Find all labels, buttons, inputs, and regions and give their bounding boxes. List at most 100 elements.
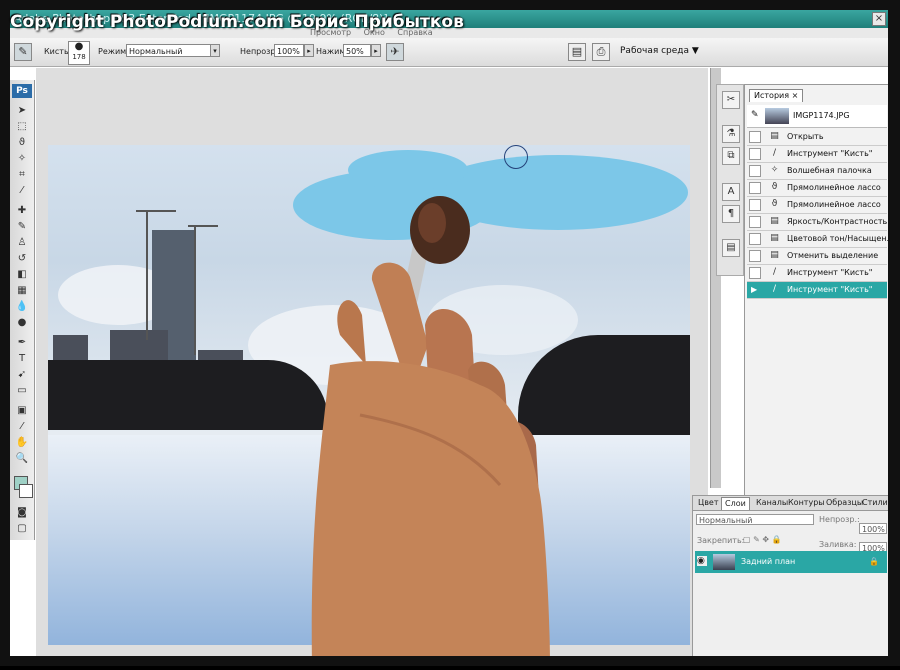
shape-tool-icon[interactable]: ▭ bbox=[15, 384, 29, 398]
path-select-icon[interactable]: ➹ bbox=[15, 368, 29, 382]
document-icon: ▤ bbox=[770, 233, 779, 243]
flow-arrow-icon[interactable]: ▸ bbox=[371, 44, 381, 57]
copyright-watermark: Copyright PhotoPodium.com Борис Прибытко… bbox=[10, 12, 464, 32]
crane-arm bbox=[188, 225, 218, 227]
lock-icons[interactable]: ▢ ✎ ✥ 🔒 bbox=[743, 535, 782, 544]
panel-icon-column: ✂ ⚗ ⧉ A ¶ ▤ bbox=[716, 84, 744, 276]
pen-tool-icon[interactable]: ✒ bbox=[15, 336, 29, 350]
layer-comps-icon[interactable]: ▤ bbox=[722, 239, 740, 257]
layer-opacity-label: Непрозр.: bbox=[819, 515, 860, 524]
history-state-label: Яркость/Контрастность bbox=[787, 217, 888, 226]
crop-tool-icon[interactable]: ⌗ bbox=[15, 168, 29, 182]
history-state-label: Цветовой тон/Насыщен... bbox=[787, 234, 895, 243]
history-brush-checkbox[interactable] bbox=[749, 233, 761, 245]
workspace-menu[interactable]: Рабочая среда ▼ bbox=[620, 46, 699, 56]
history-brush-checkbox[interactable] bbox=[749, 250, 761, 262]
history-state[interactable]: ▤ Яркость/Контрастность bbox=[747, 214, 887, 231]
character-icon[interactable]: A bbox=[722, 183, 740, 201]
history-brush-checkbox[interactable] bbox=[749, 165, 761, 177]
background-color-swatch[interactable] bbox=[19, 484, 33, 498]
tab-paths[interactable]: Контуры bbox=[785, 497, 828, 509]
move-tool-icon[interactable]: ➤ bbox=[15, 104, 29, 118]
layer-opacity-field[interactable]: 100% bbox=[859, 523, 887, 534]
screen-bezel-right bbox=[888, 0, 900, 666]
history-state[interactable]: ▤ Цветовой тон/Насыщен... bbox=[747, 231, 894, 248]
history-state[interactable]: ▤ Отменить выделение bbox=[747, 248, 887, 265]
flow-field[interactable]: 50% bbox=[343, 44, 371, 57]
lasso-tool-icon[interactable]: ϑ bbox=[15, 136, 29, 150]
mode-select[interactable]: Нормальный bbox=[126, 44, 212, 57]
history-brush-icon[interactable]: ↺ bbox=[15, 252, 29, 266]
eyedropper-2-icon[interactable]: ⁄ bbox=[15, 420, 29, 434]
history-state[interactable]: ϑ Прямолинейное лассо bbox=[747, 197, 887, 214]
layer-row-background[interactable]: ◉ Задний план 🔒 bbox=[695, 551, 887, 573]
history-brush-checkbox[interactable] bbox=[749, 131, 761, 143]
history-brush-checkbox[interactable] bbox=[749, 267, 761, 279]
brush-source-icon: ✎ bbox=[751, 110, 759, 120]
history-state[interactable]: / Инструмент "Кисть" bbox=[747, 146, 887, 163]
history-brush-checkbox[interactable] bbox=[749, 148, 761, 160]
healing-brush-icon[interactable]: ✚ bbox=[15, 204, 29, 218]
marquee-tool-icon[interactable]: ⬚ bbox=[15, 120, 29, 134]
magic-wand-icon[interactable]: ✧ bbox=[15, 152, 29, 166]
tab-history[interactable]: История × bbox=[749, 89, 804, 102]
tab-color[interactable]: Цвет bbox=[695, 497, 722, 509]
document-icon[interactable]: ▤ bbox=[568, 43, 586, 61]
history-tab-label: История bbox=[754, 91, 790, 100]
history-brush-checkbox[interactable] bbox=[749, 216, 761, 228]
crane-arm bbox=[136, 210, 176, 212]
opacity-arrow-icon[interactable]: ▸ bbox=[304, 44, 314, 57]
history-state[interactable]: ϑ Прямолинейное лассо bbox=[747, 180, 887, 197]
notes-icon[interactable]: ▣ bbox=[15, 404, 29, 418]
navigator-icon[interactable]: ✂ bbox=[722, 91, 740, 109]
quick-mask-icon[interactable]: ◙ bbox=[15, 506, 29, 520]
history-state-label: Прямолинейное лассо bbox=[787, 200, 881, 209]
screen-bezel-bottom bbox=[0, 656, 900, 666]
tab-styles[interactable]: Стили bbox=[859, 497, 891, 509]
lasso-icon: ϑ bbox=[771, 182, 778, 192]
history-state-label: Волшебная палочка bbox=[787, 166, 872, 175]
lasso-icon: ϑ bbox=[771, 199, 778, 209]
clone-stamp-icon[interactable]: ♙ bbox=[15, 236, 29, 250]
layer-thumbnail bbox=[713, 554, 735, 570]
tab-layers[interactable]: Слои bbox=[721, 497, 750, 510]
history-state[interactable]: ▤ Открыть bbox=[747, 129, 887, 146]
brush-tool-icon[interactable]: ✎ bbox=[14, 43, 32, 61]
history-brush-checkbox[interactable] bbox=[749, 199, 761, 211]
printer-icon[interactable]: ⎙ bbox=[592, 43, 610, 61]
brush-preset-picker[interactable]: ● 178 bbox=[68, 41, 90, 65]
gradient-icon[interactable]: ▦ bbox=[15, 284, 29, 298]
hand-tool-icon[interactable]: ✋ bbox=[15, 436, 29, 450]
photoshop-screen-photo: Adobe Photoshop CS3 Extended - [IMGP1174… bbox=[0, 0, 900, 666]
dodge-icon[interactable]: ● bbox=[15, 316, 29, 330]
blend-mode-select[interactable]: Нормальный bbox=[696, 514, 814, 525]
history-state-label: Инструмент "Кисть" bbox=[787, 268, 873, 277]
history-state[interactable]: / Инструмент "Кисть" bbox=[747, 265, 887, 282]
snapshot-thumbnail bbox=[765, 108, 789, 124]
eraser-icon[interactable]: ◧ bbox=[15, 268, 29, 282]
history-state[interactable]: ✧ Волшебная палочка bbox=[747, 163, 887, 180]
close-icon[interactable]: × bbox=[872, 12, 886, 26]
blur-icon[interactable]: 💧 bbox=[15, 300, 29, 314]
eye-icon[interactable]: ◉ bbox=[697, 556, 707, 566]
layers-panel-tabs: Цвет Слои Каналы Контуры Образцы Стили bbox=[693, 496, 889, 511]
eyedropper-icon[interactable]: ⁄ bbox=[15, 184, 29, 198]
screen-mode-icon[interactable]: ▢ bbox=[15, 522, 29, 536]
brush-tool-icon[interactable]: ✎ bbox=[15, 220, 29, 234]
type-tool-icon[interactable]: T bbox=[15, 352, 29, 366]
chevron-down-icon[interactable]: ▾ bbox=[210, 44, 220, 57]
mode-label: Режим: bbox=[98, 47, 129, 56]
history-brush-checkbox[interactable] bbox=[749, 182, 761, 194]
brushes-icon[interactable]: ⚗ bbox=[722, 125, 740, 143]
magic-wand-icon: ✧ bbox=[770, 165, 779, 175]
paragraph-icon[interactable]: ¶ bbox=[722, 205, 740, 223]
brush-icon: / bbox=[772, 148, 777, 158]
zoom-tool-icon[interactable]: 🔍 bbox=[15, 452, 29, 466]
brush-cursor-ring bbox=[504, 145, 528, 169]
opacity-field[interactable]: 100% bbox=[274, 44, 304, 57]
airbrush-icon[interactable]: ✈ bbox=[386, 43, 404, 61]
clone-source-icon[interactable]: ⧉ bbox=[722, 147, 740, 165]
history-state-selected[interactable]: ▶ / Инструмент "Кисть" bbox=[747, 282, 887, 299]
history-snapshot[interactable]: ✎ IMGP1174.JPG bbox=[747, 105, 887, 128]
crane bbox=[194, 225, 196, 355]
